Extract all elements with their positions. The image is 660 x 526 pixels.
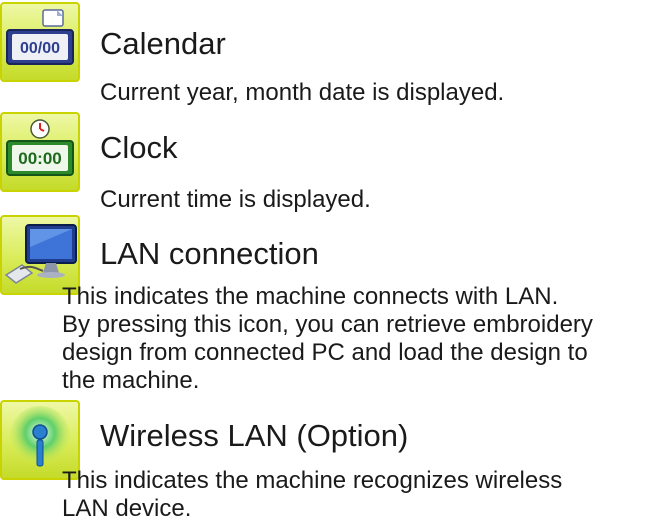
clock-heading: Clock	[100, 130, 178, 165]
calendar-icon: 00/00	[0, 2, 80, 82]
lan-connection-description: This indicates the machine connects with…	[62, 283, 593, 395]
lan-connection-heading: LAN connection	[100, 236, 319, 271]
lan-description-line: design from connected PC and load the de…	[62, 339, 588, 366]
calendar-icon-text: 00/00	[20, 40, 60, 57]
wireless-lan-description: This indicates the machine recognizes wi…	[62, 467, 562, 523]
clock-icon: 00:00	[0, 112, 80, 192]
clock-icon-text: 00:00	[18, 149, 61, 168]
lan-description-line: By pressing this icon, you can retrieve …	[62, 311, 593, 338]
clock-icon-graphic: 00:00	[6, 119, 74, 176]
calendar-heading: Calendar	[100, 26, 226, 61]
wireless-description-line: LAN device.	[62, 495, 192, 522]
lan-description-line: This indicates the machine connects with…	[62, 283, 559, 310]
lan-connection-icon-graphic	[4, 224, 77, 284]
clock-description: Current time is displayed.	[100, 186, 371, 213]
wireless-lan-heading: Wireless LAN (Option)	[100, 418, 409, 453]
calendar-icon-graphic: 00/00	[6, 9, 74, 65]
lan-description-line: the machine.	[62, 367, 200, 394]
calendar-description: Current year, month date is displayed.	[100, 79, 505, 106]
wireless-description-line: This indicates the machine recognizes wi…	[62, 467, 563, 494]
